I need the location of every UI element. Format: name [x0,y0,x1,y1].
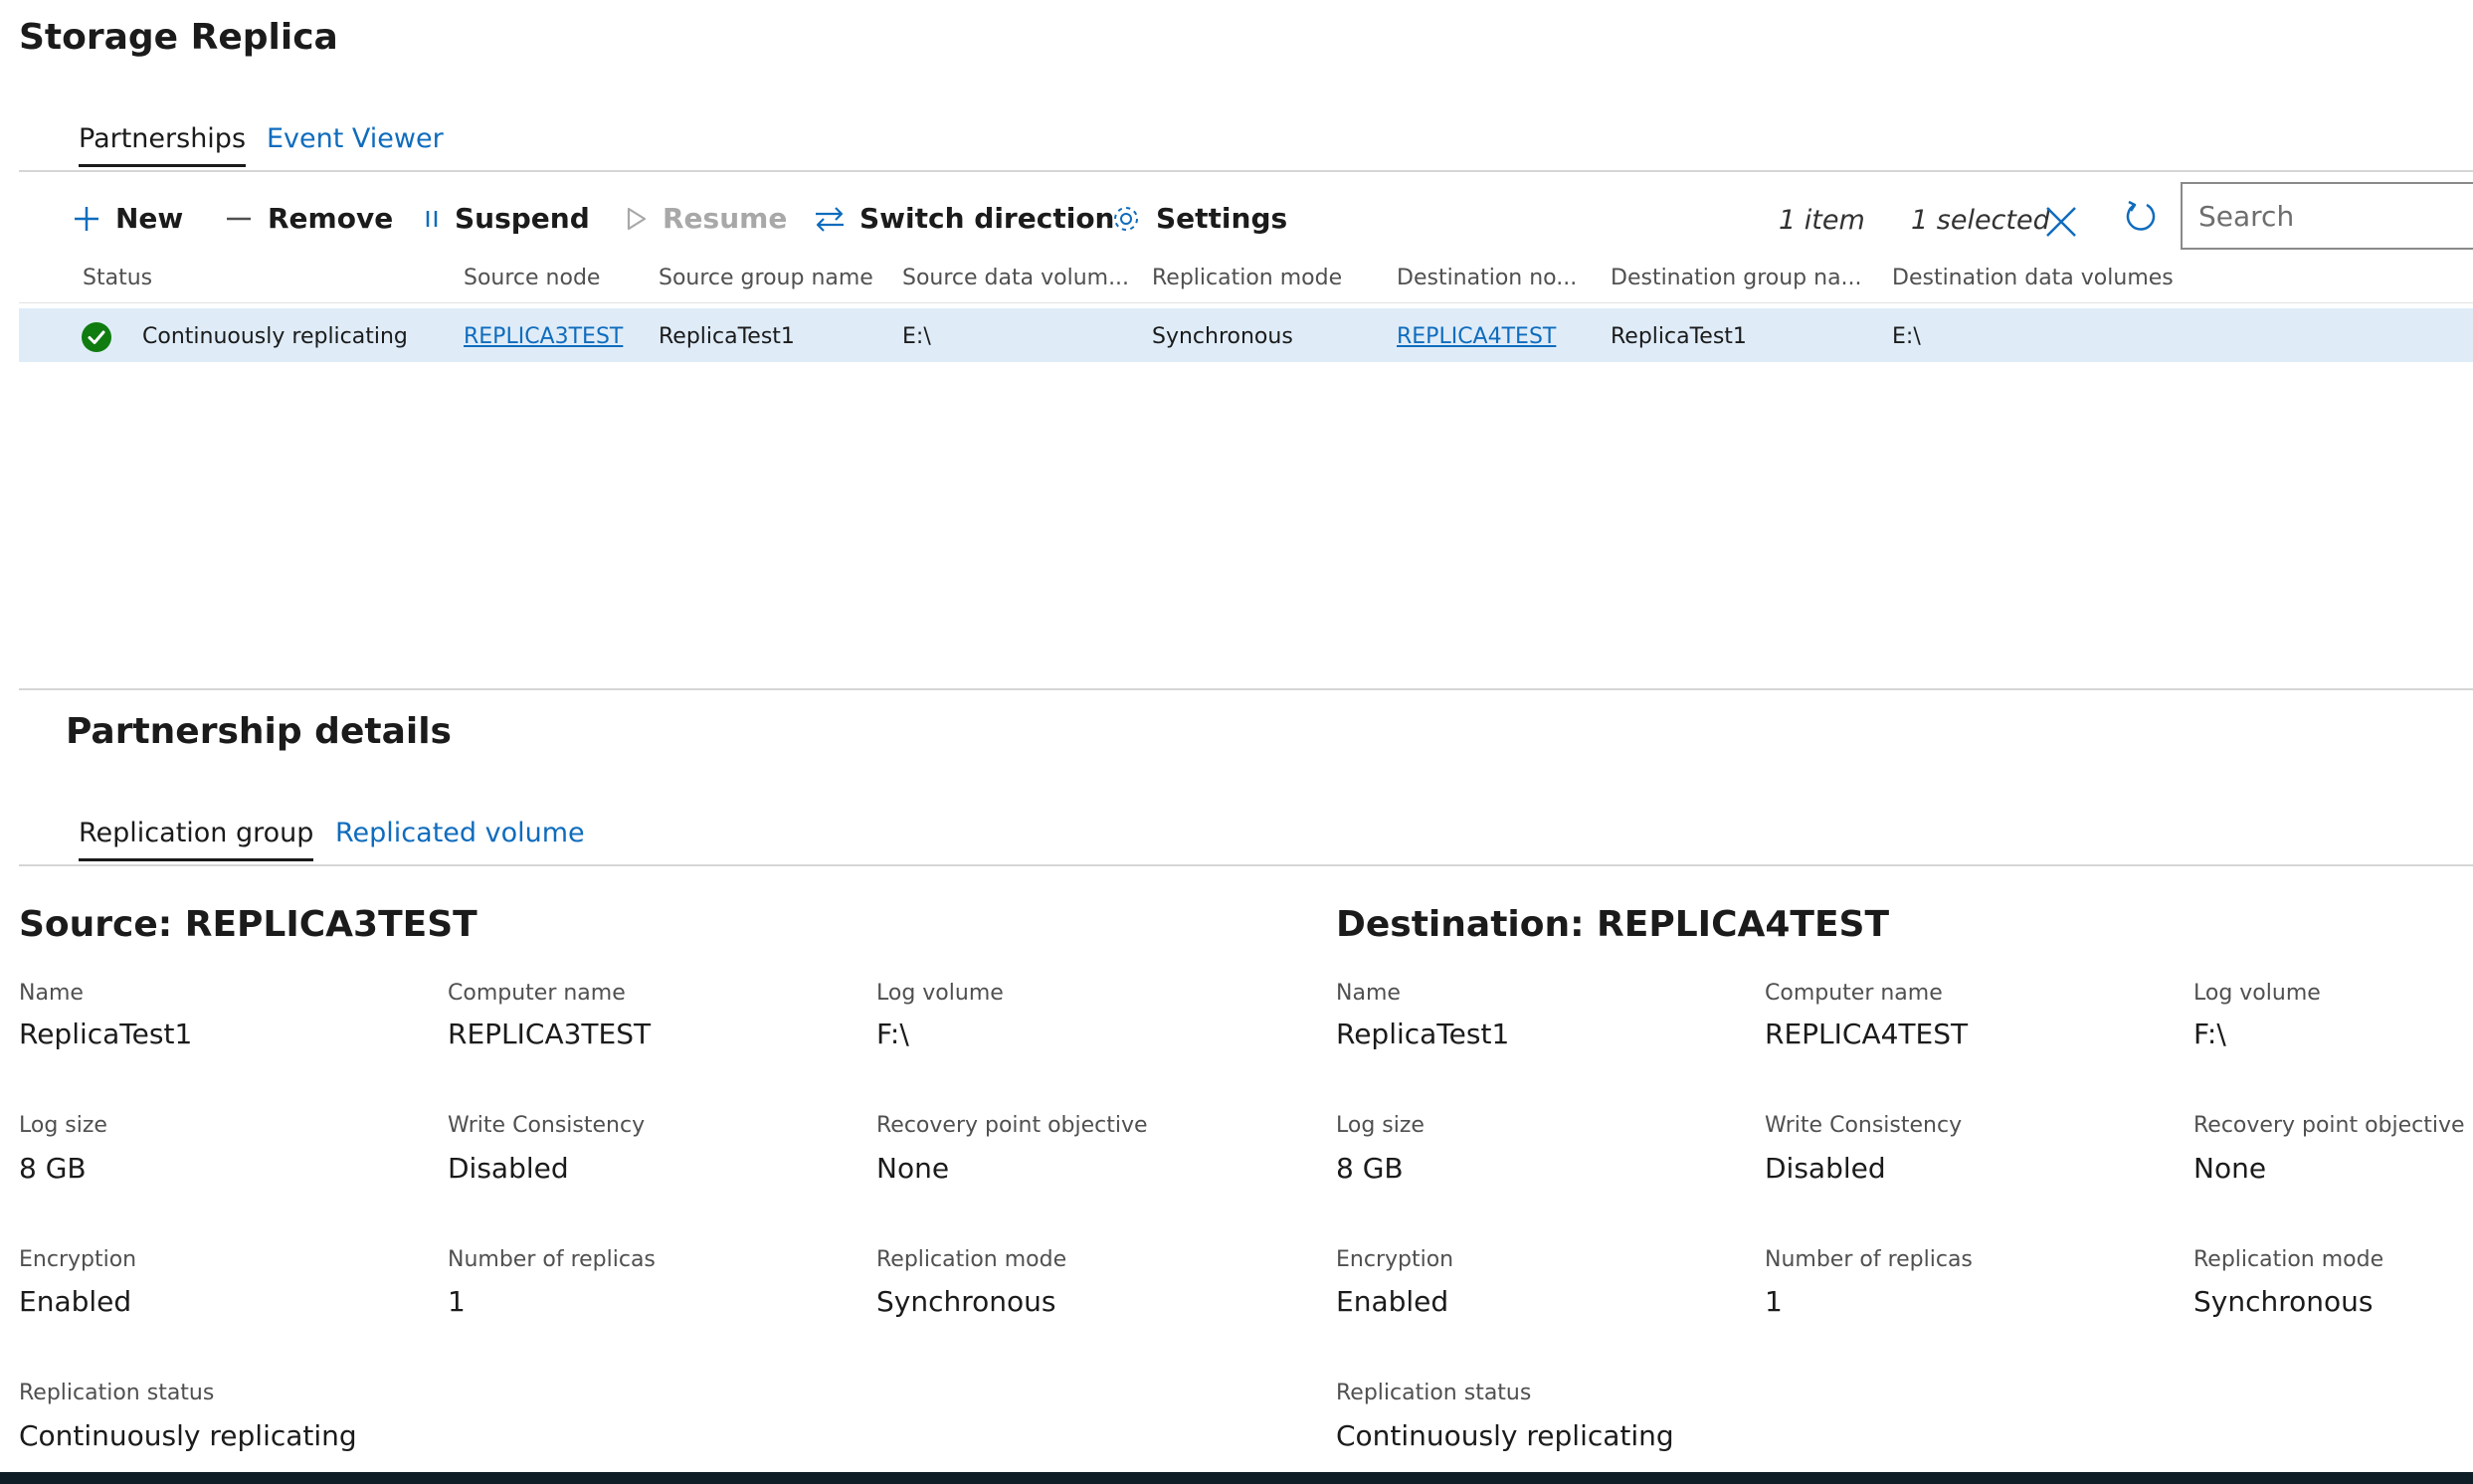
source-encryption-value: Enabled [19,1285,132,1318]
swap-arrows-icon [816,207,844,232]
source-title: Source: REPLICA3TEST [19,904,477,945]
source-encryption-label: Encryption [19,1247,137,1272]
source-replication-status-label: Replication status [19,1381,215,1405]
source-rpo-value: None [876,1152,950,1185]
details-tabs-divider [19,864,2473,866]
row-source-group: ReplicaTest1 [659,324,795,349]
play-icon [627,207,647,231]
plus-icon [75,207,98,231]
row-replication-mode: Synchronous [1152,324,1293,349]
row-source-node-link[interactable]: REPLICA3TEST [464,323,623,351]
destination-rpo-label: Recovery point objective [2193,1113,2465,1138]
destination-log-volume-label: Log volume [2193,981,2321,1006]
source-log-size-value: 8 GB [19,1152,87,1185]
source-replication-mode-value: Synchronous [876,1285,1056,1318]
destination-encryption-value: Enabled [1336,1285,1449,1318]
destination-log-size-value: 8 GB [1336,1152,1404,1185]
source-rpo-label: Recovery point objective [876,1113,1148,1138]
remove-button-label: Remove [268,202,394,235]
refresh-icon[interactable] [2123,199,2159,235]
minus-icon [227,217,251,221]
storage-replica-page: Storage Replica Partnerships Event Viewe… [0,0,2473,1484]
source-replication-status-value: Continuously replicating [19,1419,357,1452]
destination-replication-mode-value: Synchronous [2193,1285,2374,1318]
column-header-source-node[interactable]: Source node [464,264,600,293]
column-header-source-group[interactable]: Source group name [659,264,873,293]
source-name-value: ReplicaTest1 [19,1018,193,1050]
settings-button[interactable]: Settings [1110,199,1287,239]
tab-replicated-volume[interactable]: Replicated volume [335,816,585,851]
suspend-button[interactable]: Suspend [423,199,590,239]
resume-button-label: Resume [663,202,788,235]
source-replicas-value: 1 [448,1285,466,1318]
switch-direction-label: Switch direction [859,202,1115,235]
source-replicas-label: Number of replicas [448,1247,656,1272]
destination-replication-status-value: Continuously replicating [1336,1419,1674,1452]
suspend-button-label: Suspend [455,202,590,235]
check-circle-icon [82,322,111,352]
column-header-destination-node[interactable]: Destination no... [1397,264,1577,293]
new-button-label: New [115,202,184,235]
settings-button-label: Settings [1156,202,1288,235]
row-source-volumes: E:\ [902,324,931,349]
source-write-consistency-label: Write Consistency [448,1113,646,1138]
source-log-volume-label: Log volume [876,981,1004,1006]
source-log-size-label: Log size [19,1113,107,1138]
source-log-volume-value: F:\ [876,1018,909,1050]
details-divider [19,688,2473,690]
page-title: Storage Replica [19,17,338,58]
row-destination-group: ReplicaTest1 [1611,324,1747,349]
selected-count: 1 selected [1911,205,2050,236]
tab-partnerships[interactable]: Partnerships [79,121,247,167]
destination-replication-status-label: Replication status [1336,1381,1532,1405]
source-replication-mode-label: Replication mode [876,1247,1067,1272]
taskbar-strip [0,1472,2473,1484]
source-write-consistency-value: Disabled [448,1152,569,1185]
close-icon[interactable] [2043,204,2079,240]
column-header-destination-group[interactable]: Destination group na... [1611,264,1862,293]
column-header-status[interactable]: Status [83,264,152,293]
column-header-destination-volumes[interactable]: Destination data volumes [1892,264,2174,293]
destination-name-value: ReplicaTest1 [1336,1018,1510,1050]
source-computer-value: REPLICA3TEST [448,1018,652,1050]
destination-rpo-value: None [2193,1152,2267,1185]
column-header-source-volumes[interactable]: Source data volum... [902,264,1129,293]
destination-name-label: Name [1336,981,1401,1006]
row-destination-volumes: E:\ [1892,324,1921,349]
item-count: 1 item [1779,205,1865,236]
resume-button[interactable]: Resume [625,199,787,239]
switch-direction-button[interactable]: Switch direction [814,199,1114,239]
search-input[interactable] [2181,182,2473,250]
destination-replicas-value: 1 [1765,1285,1783,1318]
column-header-replication-mode[interactable]: Replication mode [1152,264,1342,293]
source-computer-label: Computer name [448,981,626,1006]
destination-log-size-label: Log size [1336,1113,1425,1138]
tab-event-viewer[interactable]: Event Viewer [267,121,444,157]
row-destination-node-link[interactable]: REPLICA4TEST [1397,323,1556,351]
destination-encryption-label: Encryption [1336,1247,1454,1272]
gear-icon [1114,207,1138,231]
details-title: Partnership details [66,711,452,752]
destination-log-volume-value: F:\ [2193,1018,2226,1050]
table-header-divider [19,302,2473,303]
destination-computer-value: REPLICA4TEST [1765,1018,1969,1050]
destination-replicas-label: Number of replicas [1765,1247,1973,1272]
destination-write-consistency-value: Disabled [1765,1152,1886,1185]
destination-title: Destination: REPLICA4TEST [1336,904,1890,945]
tabs-divider [19,170,2473,172]
pause-icon [426,211,438,227]
tab-replication-group[interactable]: Replication group [79,816,314,861]
destination-replication-mode-label: Replication mode [2193,1247,2384,1272]
source-name-label: Name [19,981,84,1006]
row-status: Continuously replicating [142,324,408,349]
destination-write-consistency-label: Write Consistency [1765,1113,1963,1138]
destination-computer-label: Computer name [1765,981,1943,1006]
new-button[interactable]: New [72,199,183,239]
remove-button[interactable]: Remove [224,199,393,239]
